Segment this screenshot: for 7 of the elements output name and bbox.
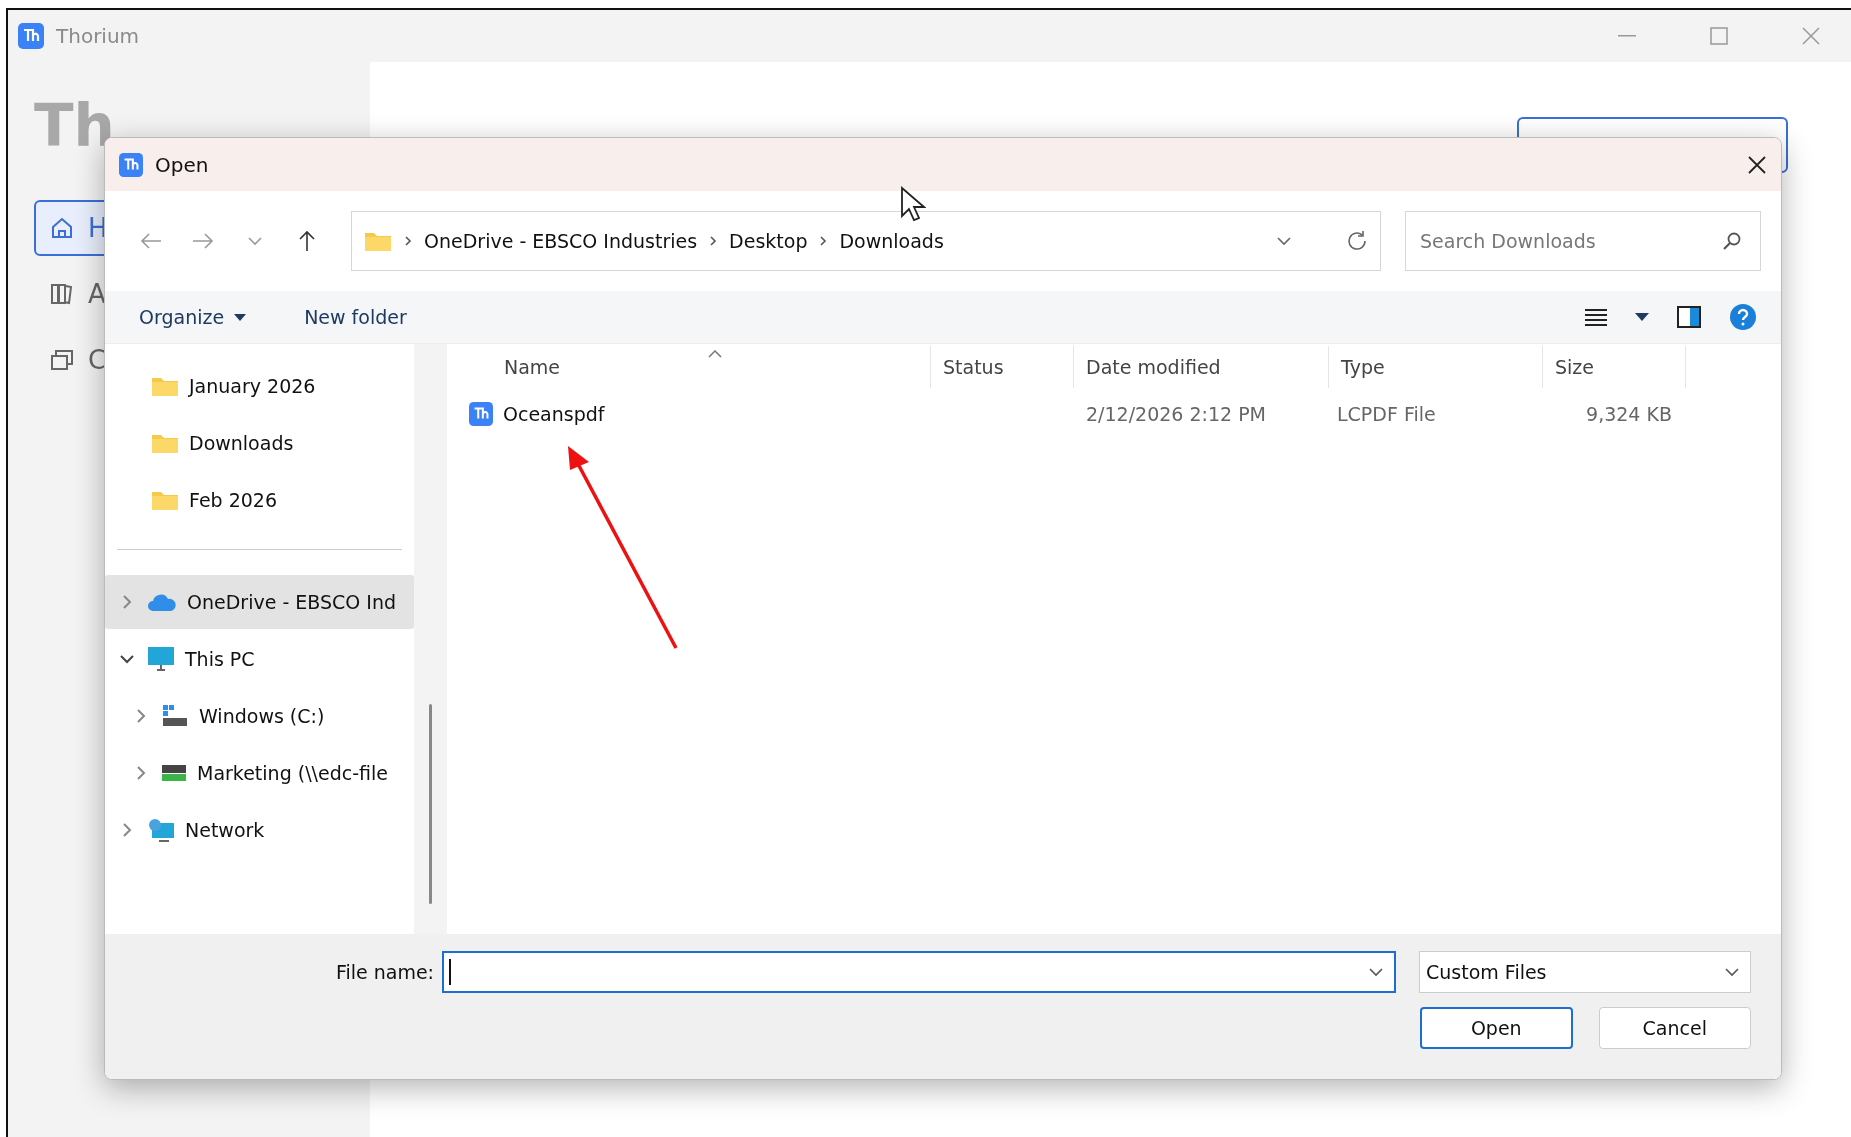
table-cell: 2/12/2026 2:12 PM bbox=[1086, 403, 1267, 425]
window-title: Thorium bbox=[56, 24, 141, 48]
table-cell: LCPDF File bbox=[1337, 403, 1436, 425]
app-heading: Th bbox=[34, 92, 115, 160]
table-cell: 9,324 KB bbox=[1586, 403, 1672, 425]
file-name-label: File name: bbox=[335, 961, 434, 983]
dialog-title: Open bbox=[155, 152, 210, 177]
